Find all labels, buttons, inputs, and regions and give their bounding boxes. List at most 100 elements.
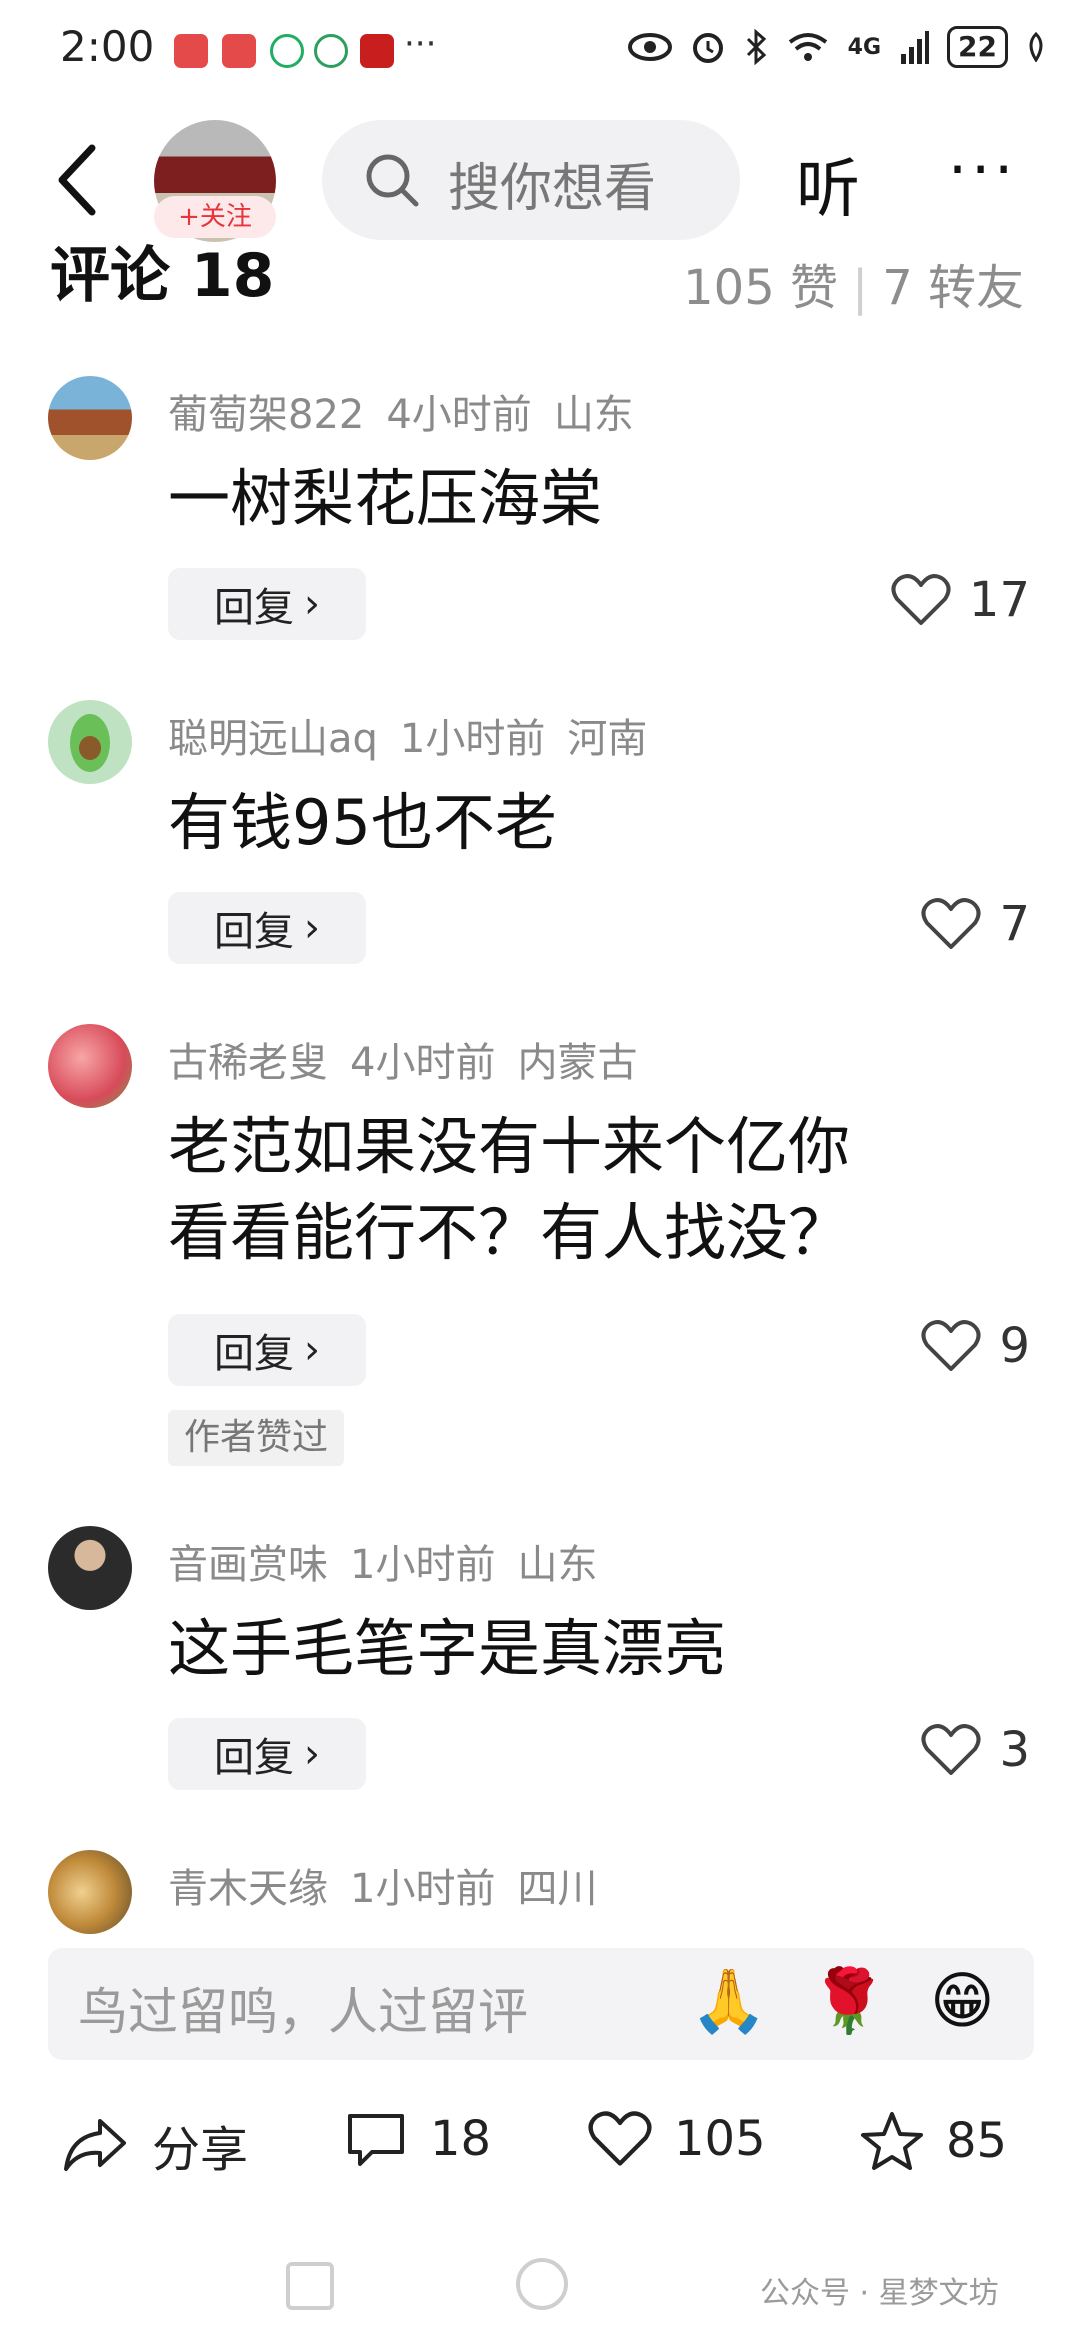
star-icon [861, 2112, 923, 2170]
back-icon[interactable] [48, 140, 108, 220]
shares-stat: 7 转友 [882, 260, 1024, 316]
comment-like-button[interactable]: 9 [921, 1318, 1030, 1374]
alarm-icon [692, 33, 723, 63]
like-count: 9 [999, 1318, 1030, 1374]
comment-time: 1小时前 [350, 1866, 496, 1912]
comments-count: 18 [430, 2111, 492, 2167]
search-icon [366, 154, 419, 207]
more-button[interactable]: ··· [948, 140, 1017, 200]
huawei-app-icon [222, 34, 256, 68]
share-button[interactable]: 分享 [60, 2110, 248, 2180]
comments-count-title: 评论 18 [50, 241, 275, 306]
listen-button[interactable]: 听 [796, 138, 860, 230]
heart-icon [921, 1320, 981, 1371]
comment-time: 1小时前 [399, 716, 546, 762]
reply-button[interactable]: 回复 › [168, 568, 366, 640]
heart-icon [921, 898, 981, 949]
comment-time: 4小时前 [350, 1040, 496, 1086]
watermark-text: 公众号 · 星梦文坊 [760, 2276, 999, 2311]
comment-time: 1小时前 [350, 1542, 496, 1588]
network-label: 4G [847, 34, 882, 60]
grin-emoji-button[interactable]: 😁 [930, 1964, 995, 2037]
like-count: 7 [999, 896, 1030, 952]
comment-username[interactable]: 聪明远山aq [168, 716, 378, 762]
reply-label: 回复 [214, 1331, 294, 1377]
more-dots-icon: ··· [404, 24, 437, 64]
heart-icon [921, 1724, 981, 1775]
reply-button[interactable]: 回复 › [168, 892, 366, 964]
comment-location: 山东 [517, 1542, 598, 1588]
comment-avatar[interactable] [48, 1024, 132, 1108]
eye-icon [627, 33, 672, 61]
comment-username[interactable]: 青木天缘 [168, 1866, 328, 1912]
share-icon [64, 2119, 126, 2171]
like-count: 17 [968, 572, 1030, 628]
comment-avatar[interactable] [48, 1850, 132, 1934]
comment-meta: 聪明远山aq 1小时前 河南 [168, 706, 669, 764]
comment-username[interactable]: 音画赏味 [168, 1542, 328, 1588]
author-liked-badge: 作者赞过 [168, 1410, 345, 1466]
comment-like-button[interactable]: 3 [921, 1722, 1030, 1778]
comment-time: 4小时前 [386, 392, 532, 438]
comment-location: 河南 [567, 716, 648, 762]
chevron-right-icon: › [304, 905, 320, 951]
favorites-count: 85 [946, 2113, 1008, 2169]
comments-button[interactable]: 18 [344, 2110, 491, 2168]
follow-button[interactable]: +关注 [154, 196, 276, 238]
reply-label: 回复 [214, 585, 294, 631]
likes-stat: 105 赞 [683, 260, 839, 316]
heart-icon [891, 574, 951, 625]
green-app-icon [270, 34, 304, 68]
comment-text: 有钱95也不老 [168, 786, 557, 859]
bluetooth-icon [746, 29, 766, 65]
likes-count: 105 [674, 2111, 766, 2167]
chevron-right-icon: › [304, 581, 320, 627]
home-button[interactable] [516, 2258, 568, 2310]
search-placeholder: 搜你想看 [448, 159, 657, 216]
pray-emoji-button[interactable]: 🙏 [690, 1964, 767, 2038]
status-icons: 4G 22 [627, 26, 1046, 68]
status-bar: 2:00 ··· 4G 22 [0, 0, 1080, 110]
signal-icon [901, 31, 930, 64]
comment-avatar[interactable] [48, 1526, 132, 1610]
chat-app-icon [314, 34, 348, 68]
chevron-right-icon: › [304, 1731, 320, 1777]
rose-emoji-button[interactable]: 🌹 [810, 1964, 887, 2038]
study-app-icon [360, 34, 394, 68]
comment-location: 山东 [553, 392, 634, 438]
comment-meta: 葡萄架822 4小时前 山东 [168, 382, 656, 440]
comment-input-placeholder: 鸟过留鸣，人过留评 [78, 1983, 528, 2041]
wifi-icon [788, 33, 827, 61]
comment-username[interactable]: 葡萄架822 [168, 392, 364, 438]
battery-indicator: 22 [947, 26, 1008, 68]
favorite-button[interactable]: 85 [860, 2110, 1007, 2172]
recent-apps-button[interactable] [286, 2262, 334, 2310]
chevron-right-icon: › [304, 1327, 320, 1373]
like-button[interactable]: 105 [588, 2110, 766, 2168]
comment-avatar[interactable] [48, 376, 132, 460]
comment-avatar[interactable] [48, 700, 132, 784]
comment-text: 老范如果没有十来个亿你 看看能行不？有人找没？ [168, 1104, 1048, 1276]
share-label: 分享 [152, 2122, 249, 2178]
comment-meta: 古稀老叟 4小时前 内蒙古 [168, 1030, 659, 1088]
reply-button[interactable]: 回复 › [168, 1718, 366, 1790]
comment-text: 这手毛笔字是真漂亮 [168, 1612, 727, 1685]
comment-text-line: 看看能行不？有人找没？ [168, 1196, 851, 1269]
comment-text-line: 老范如果没有十来个亿你 [168, 1110, 851, 1183]
like-count: 3 [999, 1722, 1030, 1778]
leaf-icon [1029, 32, 1043, 62]
reply-button[interactable]: 回复 › [168, 1314, 366, 1386]
comment-location: 内蒙古 [517, 1040, 638, 1086]
comment-location: 四川 [517, 1866, 598, 1912]
comment-meta: 音画赏味 1小时前 山东 [168, 1532, 619, 1590]
comment-username[interactable]: 古稀老叟 [168, 1040, 328, 1086]
status-time: 2:00 [60, 22, 155, 71]
comment-like-button[interactable]: 17 [891, 572, 1030, 628]
comment-text: 一树梨花压海棠 [168, 462, 603, 535]
heart-icon [588, 2111, 652, 2166]
article-stats: 105 赞 | 7 转友 [683, 260, 1024, 316]
reply-label: 回复 [214, 1735, 294, 1781]
huawei-app-icon [174, 34, 208, 68]
comment-like-button[interactable]: 7 [921, 896, 1030, 952]
comment-meta: 青木天缘 1小时前 四川 [168, 1856, 619, 1914]
